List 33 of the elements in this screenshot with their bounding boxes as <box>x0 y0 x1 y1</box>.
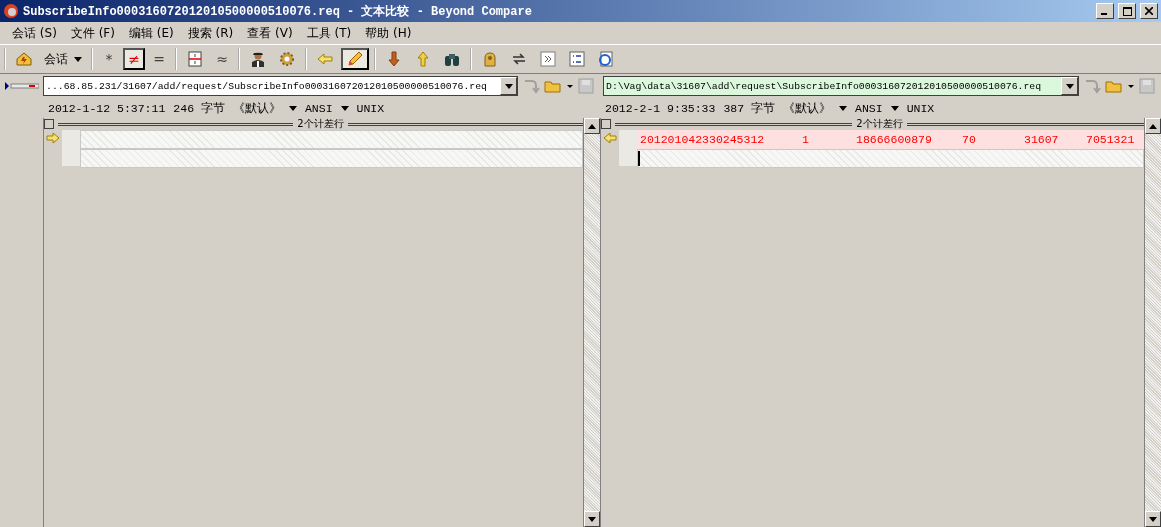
filter-button[interactable]: * <box>98 48 120 70</box>
line-ending-label[interactable]: UNIX <box>356 101 385 115</box>
line-text: 1 <box>801 133 810 146</box>
file-date: 2012-1-12 5:37:11 <box>48 101 166 115</box>
filter-button[interactable]: ≈ <box>211 48 233 70</box>
encoding-dropdown[interactable]: 《默认》 <box>783 100 832 116</box>
filter-button[interactable]: = <box>148 48 170 70</box>
line-text: 7051321 <box>1085 133 1136 146</box>
section-header: 2个计差行 <box>297 117 344 131</box>
charset-dropdown[interactable]: ANSI <box>855 101 883 115</box>
menu-item[interactable]: 文件 (F) <box>70 24 115 42</box>
line-text: 18666600879 <box>855 133 933 146</box>
file-size: 387 字节 <box>723 100 776 116</box>
menu-item[interactable]: 搜索 (R) <box>187 24 234 42</box>
filter-button[interactable]: ≠ <box>123 48 145 70</box>
menu-item[interactable]: 工具 (T) <box>306 24 352 42</box>
file-date: 2012-2-1 9:35:33 <box>605 101 716 115</box>
section-header: 2个计差行 <box>856 117 903 131</box>
charset-dropdown[interactable]: ANSI <box>304 101 333 115</box>
menu-item[interactable]: 编辑 (E) <box>128 24 174 42</box>
path-field[interactable]: D:\Vag\data\31607\add\request\SubscribeInfo000316072012010500000510076.req <box>603 76 1079 96</box>
path-field[interactable]: ...68.85.231/31607/add/request/SubscribeInfo000316072012010500000510076.req <box>43 76 518 96</box>
menu-item[interactable]: 查看 (V) <box>247 24 293 42</box>
line-text: 70 <box>961 133 977 146</box>
line-text: 201201042330245312 <box>639 133 766 146</box>
menu-item[interactable]: 会话 (S) <box>12 24 57 42</box>
window-title: SubscribeInfo000316072012010500000510076.req - 文本比较 - Beyond Compare <box>23 3 533 20</box>
line-ending-label[interactable]: UNIX <box>906 101 935 115</box>
menu-item[interactable]: 帮助 (H) <box>365 24 412 42</box>
line-text: 31607 <box>1023 133 1060 146</box>
file-size: 246 字节 <box>173 100 225 116</box>
session-dropdown[interactable]: 会话 <box>40 48 86 70</box>
encoding-dropdown[interactable]: 《默认》 <box>232 100 281 116</box>
